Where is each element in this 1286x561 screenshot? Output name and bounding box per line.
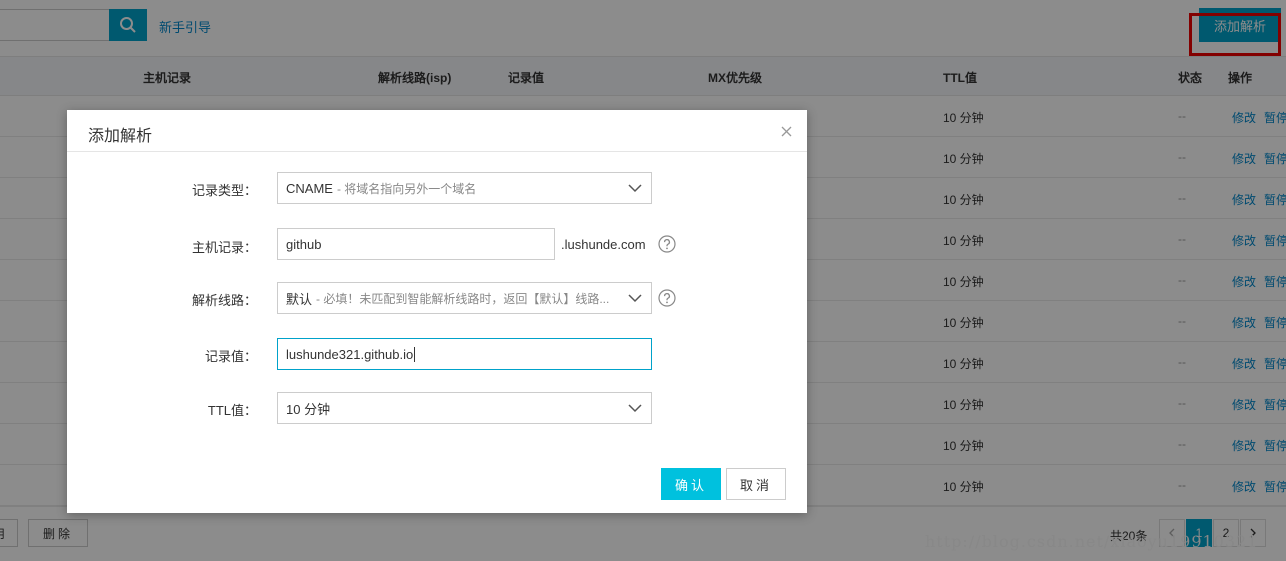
record-type-select[interactable]: CNAME - 将域名指向另外一个域名: [277, 172, 652, 204]
dialog-title: 添加解析: [88, 128, 153, 145]
line-value: 默认: [286, 291, 313, 307]
record-type-value: CNAME: [286, 180, 333, 196]
close-icon[interactable]: [777, 122, 795, 140]
watermark: http://blog.csdn.net/xiaoyu19910321: [925, 532, 1259, 551]
host-value: github: [286, 236, 322, 252]
record-value-text: lushunde321.github.io: [286, 346, 414, 362]
chevron-down-icon: [628, 404, 642, 413]
line-label: 解析线路：: [191, 293, 257, 308]
chevron-down-icon: [628, 184, 642, 193]
help-circle-icon[interactable]: [658, 289, 676, 307]
confirm-button[interactable]: 确认: [661, 468, 721, 500]
text-cursor: [414, 346, 416, 362]
record-value-label: 记录值：: [204, 349, 257, 364]
domain-suffix: .lushunde.com: [561, 237, 646, 252]
cancel-button[interactable]: 取消: [726, 468, 786, 500]
ttl-value: 10 分钟: [286, 401, 331, 417]
help-circle-icon[interactable]: [658, 235, 676, 253]
dialog-header: 添加解析: [67, 110, 807, 152]
ttl-label: TTL值：: [207, 403, 257, 418]
add-record-dialog: 添加解析 记录类型： CNAME - 将域名指向另外一个域名 主机记录： git…: [67, 110, 807, 513]
chevron-down-icon: [628, 294, 642, 303]
record-type-hint: - 将域名指向另外一个域名: [336, 181, 477, 196]
record-value-input[interactable]: lushunde321.github.io: [277, 338, 652, 370]
record-type-label: 记录类型：: [191, 183, 257, 198]
host-label: 主机记录：: [191, 240, 257, 255]
host-input[interactable]: github: [277, 228, 555, 260]
ttl-select[interactable]: 10 分钟: [277, 392, 652, 424]
line-select[interactable]: 默认 - 必填！未匹配到智能解析线路时，返回【默认】线路...: [277, 282, 652, 314]
line-hint: - 必填！未匹配到智能解析线路时，返回【默认】线路...: [316, 291, 610, 306]
